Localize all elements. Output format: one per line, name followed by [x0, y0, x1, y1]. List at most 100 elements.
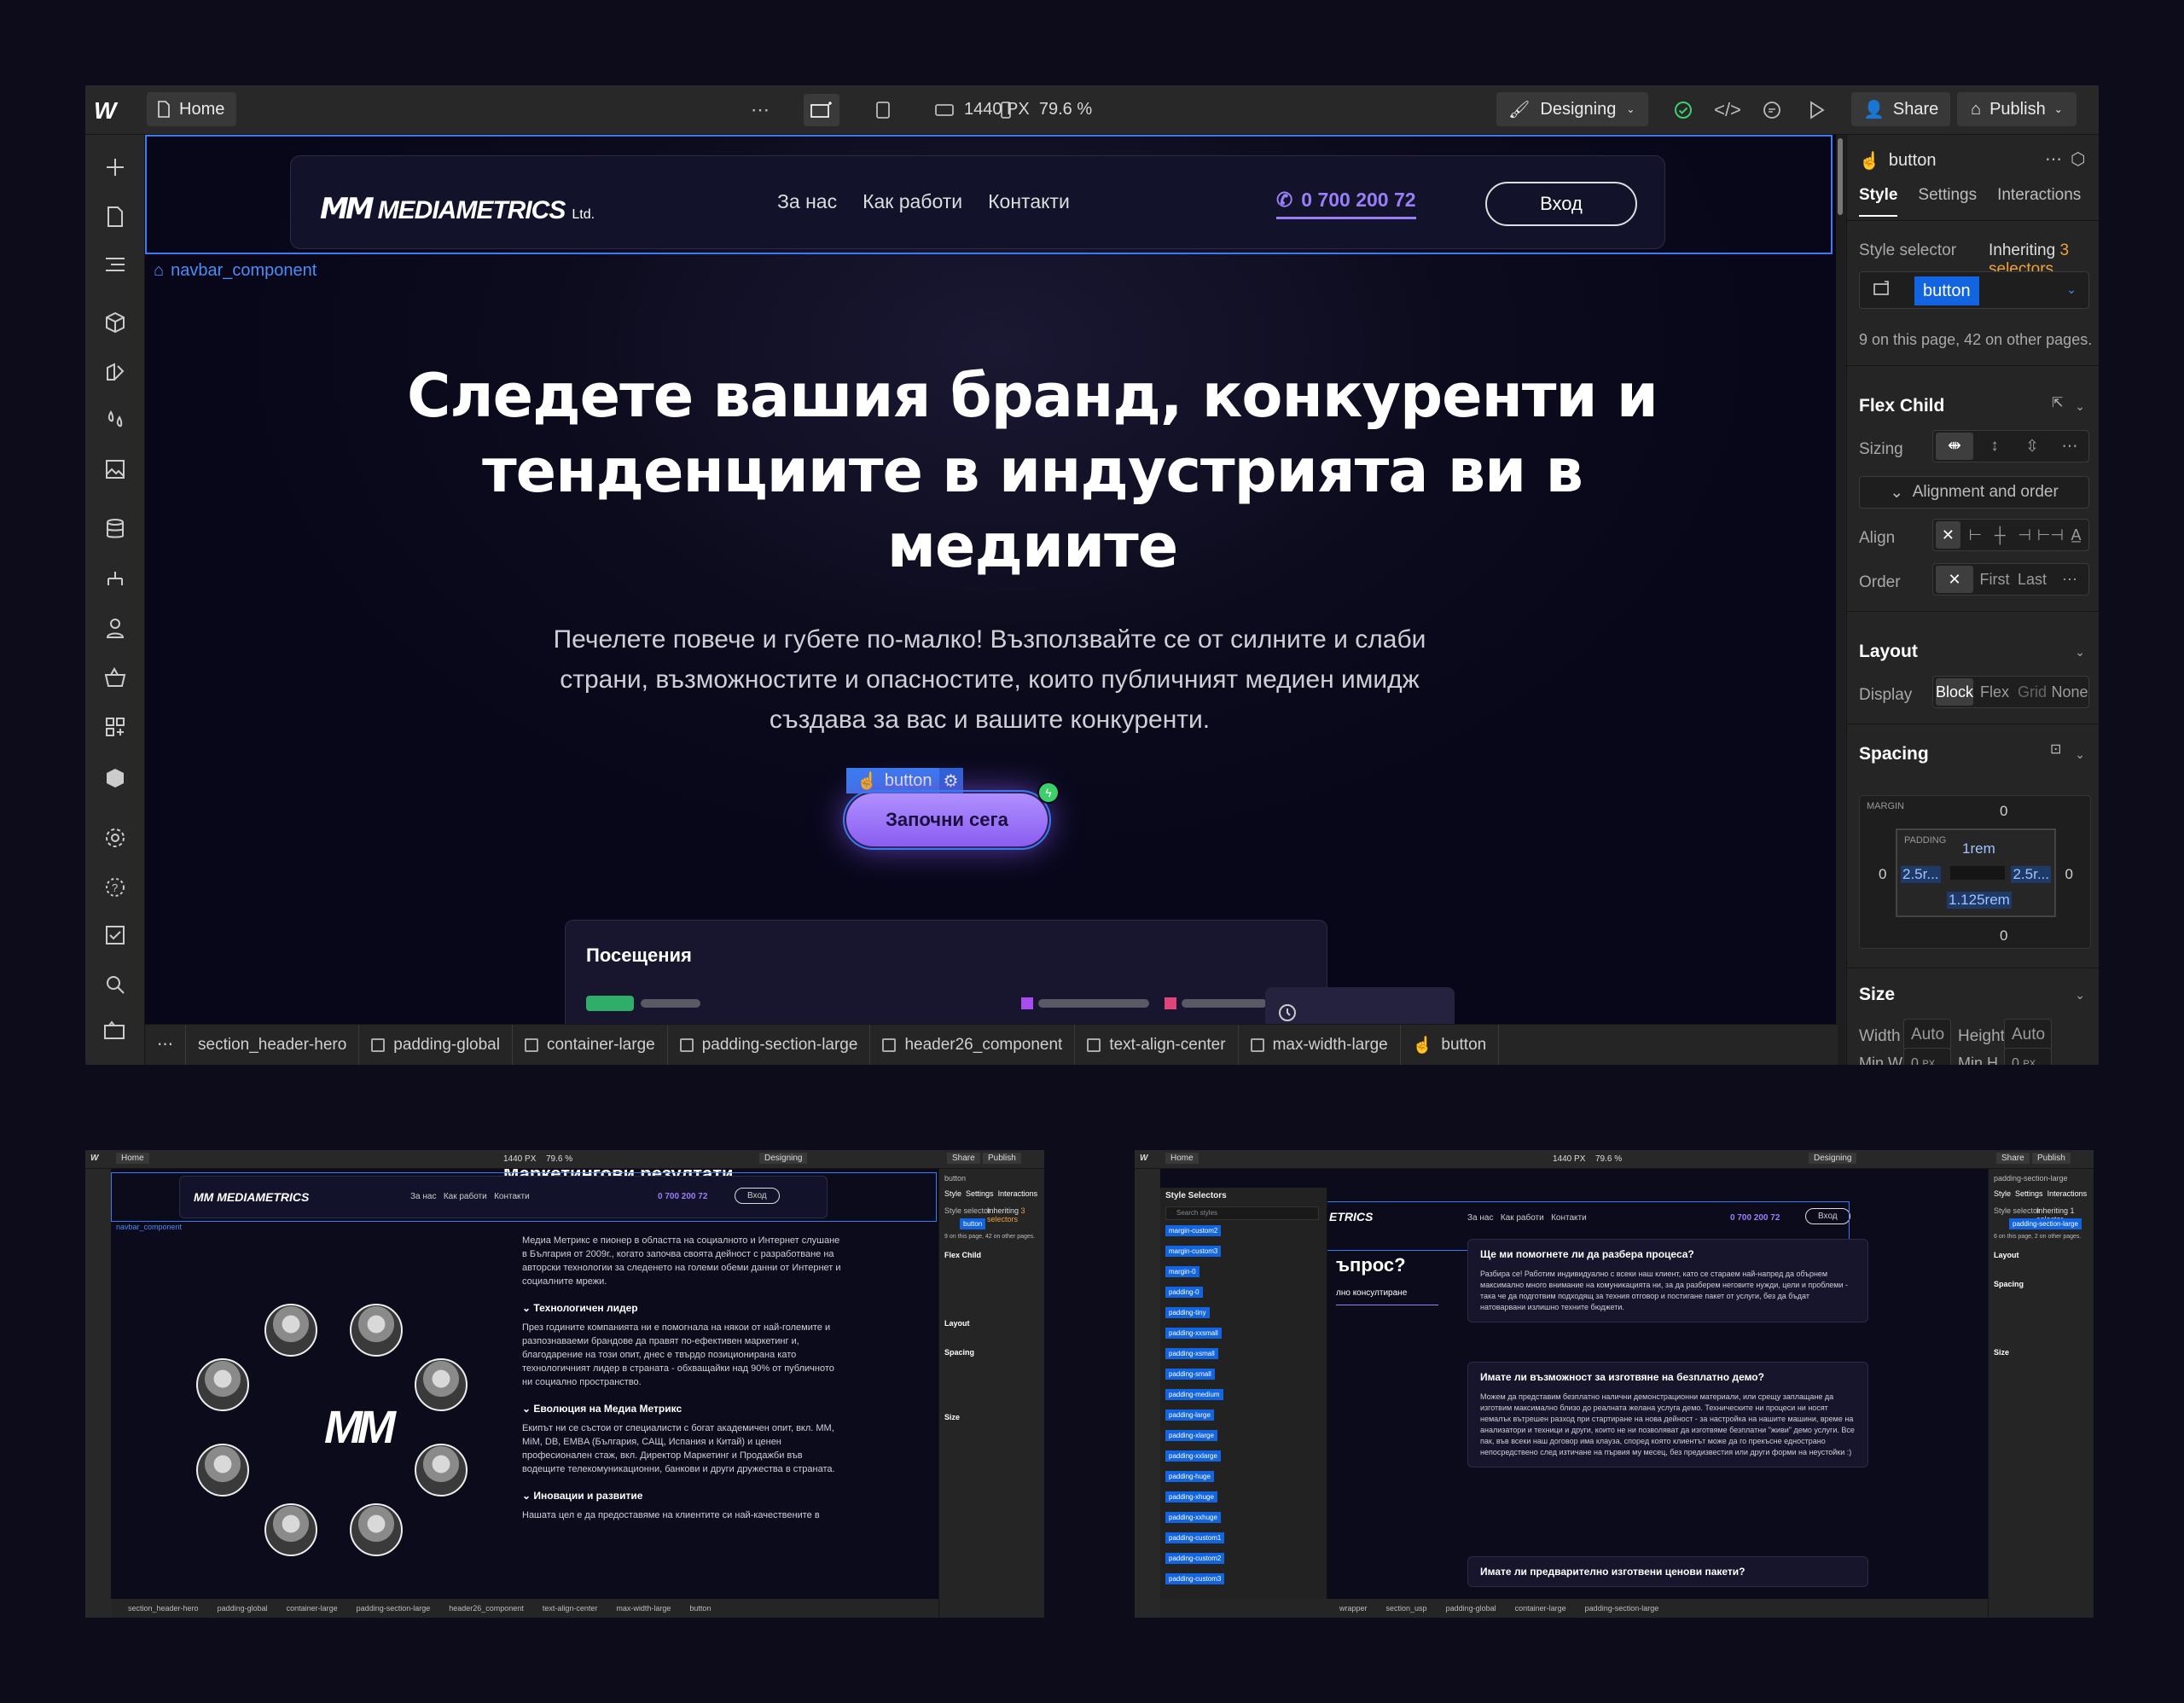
selector-chip[interactable]: button [1914, 276, 1979, 305]
margin-bottom[interactable]: 0 [2000, 927, 2007, 944]
comment-icon[interactable] [1754, 94, 1790, 126]
chevron-down-icon[interactable]: ⌄ [2075, 747, 2085, 762]
order-first[interactable]: First [1976, 571, 2013, 589]
sizing-shrink-icon[interactable]: ⇼ [1936, 433, 1973, 460]
sizing-grow-icon[interactable]: ↕ [1976, 437, 2013, 456]
min-height-unit[interactable]: PX [2023, 1059, 2036, 1065]
preview-play-icon[interactable] [1798, 94, 1834, 126]
chevron-down-icon[interactable]: ⌄ [2075, 399, 2085, 414]
style-selector-field[interactable]: button ⌄ [1859, 271, 2089, 309]
add-icon[interactable] [100, 152, 131, 183]
mobile-landscape-icon[interactable] [926, 94, 962, 126]
breadcrumb-item[interactable]: max-width-large [1239, 1025, 1401, 1065]
style-selector-chip[interactable]: margin-0 [1165, 1266, 1199, 1277]
components-icon[interactable] [100, 307, 131, 338]
video-tutorials-icon[interactable] [100, 1015, 131, 1046]
cta-button[interactable]: Започни сега [843, 790, 1051, 850]
flex-child-info-icon[interactable]: ⇱ [2052, 394, 2063, 411]
flex-child-title[interactable]: Flex Child [1859, 396, 1944, 416]
spacing-title[interactable]: Spacing [1859, 744, 1929, 764]
display-block[interactable]: Block [1936, 678, 1974, 706]
min-width-unit[interactable]: PX [1922, 1059, 1935, 1065]
check-status-icon[interactable] [1665, 94, 1701, 126]
order-control[interactable]: ✕ First Last ⋯ [1932, 563, 2089, 596]
style-selector-chip[interactable]: margin-custom2 [1165, 1225, 1222, 1236]
style-selector-chip[interactable]: padding-custom1 [1165, 1532, 1225, 1543]
assets-icon[interactable] [100, 454, 131, 485]
chevron-down-icon[interactable]: ⌄ [2066, 282, 2077, 297]
webflow-logo[interactable]: W [94, 97, 121, 124]
breadcrumb-item[interactable]: ☝ button [1401, 1025, 1500, 1065]
publish-button[interactable]: ⌂ Publish ⌄ [1957, 92, 2077, 126]
order-last[interactable]: Last [2013, 571, 2051, 589]
breadcrumb-item[interactable]: header26_component [870, 1025, 1076, 1065]
tablet-breakpoint-icon[interactable] [865, 94, 901, 126]
code-icon[interactable]: </> [1710, 94, 1745, 126]
tab-style[interactable]: Style [1859, 186, 1898, 217]
pages-icon[interactable] [100, 201, 131, 232]
align-none-icon[interactable]: ✕ [1936, 521, 1960, 549]
breadcrumb-more[interactable]: ⋯ [145, 1025, 186, 1065]
align-center-icon[interactable]: ┼ [1988, 526, 2013, 544]
display-control[interactable]: Block Flex Grid None [1932, 676, 2089, 708]
element-settings-gear-icon[interactable]: ⚙ [938, 768, 963, 793]
display-grid[interactable]: Grid [2013, 683, 2051, 701]
apps-icon[interactable] [100, 712, 131, 742]
style-selector-chip[interactable]: padding-xsmall [1165, 1348, 1218, 1359]
style-selector-chip[interactable]: padding-xlarge [1165, 1430, 1217, 1441]
cms-icon[interactable] [100, 514, 131, 544]
size-title[interactable]: Size [1859, 985, 1895, 1005]
style-selector-chip[interactable]: margin-custom3 [1165, 1246, 1222, 1257]
margin-right[interactable]: 0 [2065, 866, 2073, 883]
min-width-input[interactable]: 0 PX [1903, 1048, 1951, 1065]
style-selector-chip[interactable]: padding-xxhuge [1165, 1512, 1221, 1523]
style-selector-chip[interactable]: padding-small [1165, 1369, 1215, 1380]
order-none-icon[interactable]: ✕ [1936, 566, 1973, 593]
style-selector-chip[interactable]: padding-huge [1165, 1471, 1214, 1482]
align-baseline-icon[interactable]: A̲ [2064, 526, 2088, 544]
style-selector-chip[interactable]: padding-custom2 [1165, 1553, 1225, 1564]
more-icon[interactable]: ⋯ [2045, 148, 2062, 170]
padding-bottom[interactable]: 1.125rem [1947, 892, 2012, 909]
min-height-input[interactable]: 0 PX [2004, 1048, 2052, 1065]
style-selector-chip[interactable]: padding-xhuge [1165, 1491, 1217, 1502]
tab-interactions[interactable]: Interactions [1997, 186, 2081, 217]
desktop-breakpoint-icon[interactable] [804, 94, 839, 126]
padding-top[interactable]: 1rem [1962, 840, 1995, 857]
tab-settings[interactable]: Settings [1918, 186, 1977, 217]
display-flex[interactable]: Flex [1976, 683, 2013, 701]
canvas-scrollbar[interactable] [1838, 138, 1843, 215]
display-none[interactable]: None [2051, 683, 2088, 701]
logic-icon[interactable] [100, 565, 131, 596]
style-selector-chip[interactable]: padding-large [1165, 1409, 1214, 1421]
chevron-down-icon[interactable]: ⌄ [2075, 645, 2085, 660]
chevron-down-icon[interactable]: ⌄ [2075, 988, 2085, 1003]
users-icon[interactable] [100, 613, 131, 643]
style-selector-chip[interactable]: padding-xxsmall [1165, 1328, 1222, 1339]
component-tag[interactable]: ⌂ navbar_component [154, 261, 317, 281]
padding-right[interactable]: 2.5r... [2011, 866, 2051, 883]
element-tag[interactable]: ☝ button ⚙ [846, 768, 963, 793]
style-search-input[interactable]: Search styles [1165, 1206, 1319, 1220]
margin-left[interactable]: 0 [1879, 866, 1886, 883]
page-selector-button[interactable]: Home [147, 92, 237, 126]
alignment-order-toggle[interactable]: ⌄ Alignment and order [1859, 476, 2089, 509]
breadcrumb-item[interactable]: container-large [513, 1025, 668, 1065]
breadcrumb-item[interactable]: padding-global [359, 1025, 513, 1065]
breadcrumb-item[interactable]: text-align-center [1075, 1025, 1239, 1065]
style-selector-chip[interactable]: padding-tiny [1165, 1307, 1210, 1318]
align-self-control[interactable]: ✕ ⊢ ┼ ⊣ ⊢⊣ A̲ [1932, 519, 2089, 551]
design-canvas[interactable]: MM MEDIAMETRICS Ltd. За нас Как работи К… [145, 135, 1836, 1024]
align-stretch-icon[interactable]: ⊢⊣ [2037, 526, 2064, 544]
share-button[interactable]: 👤 Share [1851, 92, 1951, 126]
sizing-control[interactable]: ⇼ ↕ ⇳ ⋯ [1932, 430, 2089, 462]
align-start-icon[interactable]: ⊢ [1963, 526, 1988, 544]
ecommerce-icon[interactable] [100, 662, 131, 693]
margin-top[interactable]: 0 [2000, 803, 2007, 820]
breadcrumb-item[interactable]: padding-section-large [668, 1025, 871, 1065]
more-icon[interactable]: ⋯ [2051, 437, 2088, 456]
libraries-icon[interactable] [100, 763, 131, 793]
style-selector-chip[interactable]: padding-xxlarge [1165, 1450, 1221, 1462]
layout-title[interactable]: Layout [1859, 642, 1918, 662]
designing-mode-button[interactable]: 🖌 Designing ⌄ [1496, 92, 1648, 126]
